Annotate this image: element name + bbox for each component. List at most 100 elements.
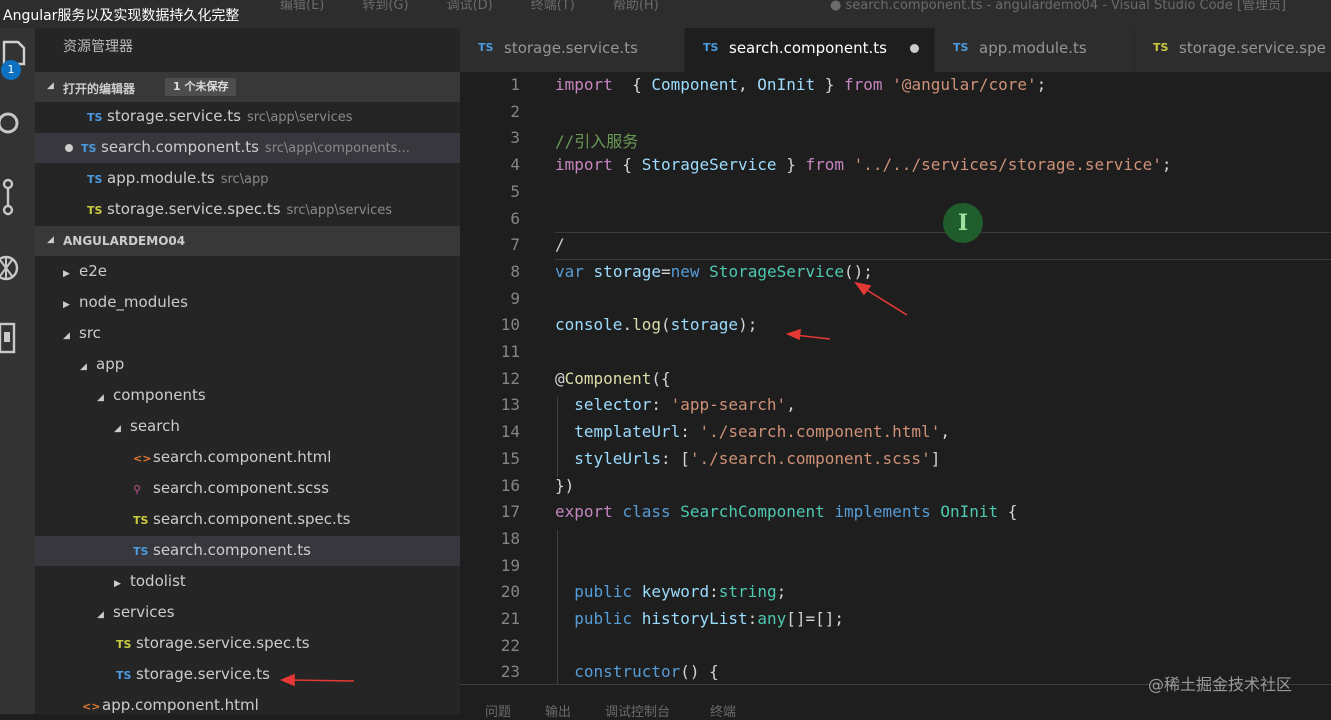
project-header[interactable]: ◢ ANGULARDEMO04 xyxy=(35,226,460,256)
code-token: ( xyxy=(660,315,671,335)
code-editor[interactable]: 1 2 3 4 5 6 7 8 9 10 11 12 13 14 15 16 17 18 19 20 21 22 23 imp… xyxy=(460,72,1331,684)
panel-tab[interactable]: 输出 xyxy=(545,701,571,720)
typescript-file-icon: TS xyxy=(116,638,132,651)
tree-file[interactable]: TS storage.service.ts xyxy=(35,660,460,690)
line-number: 18 xyxy=(500,528,520,548)
tree-file[interactable]: <> search.component.html xyxy=(35,443,460,473)
text-cursor-marker: I xyxy=(943,203,983,243)
tree-item-label: storage.service.spec.ts xyxy=(136,634,310,652)
extensions-icon[interactable] xyxy=(0,320,35,354)
panel-tab[interactable]: 终端 xyxy=(710,701,736,720)
watermark: @稀土掘金技术社区 xyxy=(1148,675,1293,694)
file-path: src\app\services xyxy=(246,110,353,125)
tab-storage-service-spe[interactable]: TS storage.service.spe xyxy=(1135,28,1331,72)
code-token: , xyxy=(738,75,758,94)
source-control-icon[interactable] xyxy=(0,178,35,216)
tree-file[interactable]: TS search.component.ts xyxy=(35,536,460,566)
open-editors-header[interactable]: ◢ 打开的编辑器 1 个未保存 xyxy=(35,72,460,102)
tree-item-label: components xyxy=(113,386,206,404)
code-line: selector: 'app-search', xyxy=(555,395,796,414)
tree-file[interactable]: <> app.component.html xyxy=(35,691,460,714)
code-token: log xyxy=(632,315,661,335)
explorer-sidebar: 资源管理器 ◢ 打开的编辑器 1 个未保存 TS storage.service.… xyxy=(35,28,460,714)
tab-label: storage.service.spe xyxy=(1179,39,1326,57)
debug-icon[interactable] xyxy=(0,250,35,281)
panel-tab[interactable]: 问题 xyxy=(485,701,511,720)
tree-folder[interactable]: ▶ e2e xyxy=(35,257,460,287)
html-file-icon: <> xyxy=(133,452,152,465)
video-title-overlay: Angular服务以及实现数据持久化完整 xyxy=(3,8,240,24)
tab-app-module-ts[interactable]: TS app.module.ts xyxy=(935,28,1135,72)
tree-file[interactable]: TS search.component.spec.ts xyxy=(35,505,460,535)
tab-storage-service-ts[interactable]: TS storage.service.ts xyxy=(460,28,685,72)
tab-search-component-ts[interactable]: TS search.component.ts xyxy=(685,28,935,72)
code-token: StorageService xyxy=(709,261,845,281)
line-number: 15 xyxy=(500,448,520,468)
typescript-file-icon: TS xyxy=(87,111,103,124)
open-editor-item[interactable]: TS storage.service.spec.ts src\app\service… xyxy=(35,195,460,225)
open-editor-item[interactable]: TS storage.service.ts src\app\services xyxy=(35,102,460,132)
menu-item[interactable]: 终端(T) xyxy=(531,0,575,13)
panel-tab[interactable]: 调试控制台 xyxy=(605,701,670,720)
scss-file-icon: ⚲ xyxy=(133,483,142,496)
code-token: @ xyxy=(555,368,565,388)
line-number: 11 xyxy=(500,342,520,361)
menu-item[interactable]: 转到(G) xyxy=(362,0,408,13)
menu-bar[interactable]: 编辑(E) 转到(G) 调试(D) 终端(T) 帮助(H) xyxy=(280,0,697,13)
code-line: import { StorageService } from '../../se… xyxy=(555,155,1172,174)
tree-folder[interactable]: ◢ components xyxy=(35,381,460,411)
menu-item[interactable]: 帮助(H) xyxy=(613,0,659,13)
code-line: / xyxy=(555,235,565,254)
html-file-icon: <> xyxy=(82,700,101,713)
code-token: : xyxy=(747,609,758,628)
project-label: ANGULARDEMO04 xyxy=(63,234,186,248)
line-number: 4 xyxy=(510,155,520,175)
tree-item-label: services xyxy=(113,603,175,621)
code-token: './search.component.scss' xyxy=(689,448,931,468)
tab-label: search.component.ts xyxy=(729,39,887,57)
explorer-title: 资源管理器 xyxy=(63,39,133,55)
tree-item-label: search.component.ts xyxy=(153,541,311,559)
code-token: keyword xyxy=(641,582,710,602)
code-line: styleUrls: ['./search.component.scss'] xyxy=(555,449,940,468)
chevron-right-icon: ▶ xyxy=(63,300,70,310)
typescript-file-icon: TS xyxy=(703,41,719,54)
code-token: historyList xyxy=(641,609,748,628)
code-token: : xyxy=(651,395,671,415)
code-token: import xyxy=(555,75,613,94)
code-token: : xyxy=(709,582,719,602)
code-line: constructor() { xyxy=(555,662,719,681)
tree-folder[interactable]: ◢ services xyxy=(35,598,460,628)
chevron-right-icon: ▶ xyxy=(114,579,121,589)
tree-folder[interactable]: ▶ todolist xyxy=(35,567,460,597)
activity-bar: 1 xyxy=(0,28,35,714)
search-icon[interactable] xyxy=(0,108,35,138)
tree-file[interactable]: TS storage.service.spec.ts xyxy=(35,629,460,659)
tree-folder[interactable]: ◢ app xyxy=(35,350,460,380)
tab-label: app.module.ts xyxy=(979,39,1087,57)
file-name: storage.service.spec.ts xyxy=(107,200,281,218)
tree-folder[interactable]: ◢ src xyxy=(35,319,460,349)
menu-item[interactable]: 调试(D) xyxy=(447,0,493,13)
menu-item[interactable]: 编辑(E) xyxy=(280,0,324,13)
tab-label: storage.service.ts xyxy=(504,39,638,57)
code-token: storage xyxy=(593,261,661,281)
tree-folder[interactable]: ▶ node_modules xyxy=(35,288,460,318)
indent-guide xyxy=(557,530,558,684)
open-editor-item[interactable]: TS app.module.ts src\app xyxy=(35,164,460,194)
tree-folder[interactable]: ◢ search xyxy=(35,412,460,442)
code-token: export xyxy=(555,502,613,522)
tree-item-label: app xyxy=(96,355,125,373)
modified-dot-icon xyxy=(910,44,919,53)
tree-file[interactable]: ⚲ search.component.scss xyxy=(35,474,460,504)
code-token: . xyxy=(622,315,633,335)
open-editor-item[interactable]: TS search.component.ts src\app\components.… xyxy=(35,133,460,163)
tree-item-label: e2e xyxy=(79,262,108,280)
